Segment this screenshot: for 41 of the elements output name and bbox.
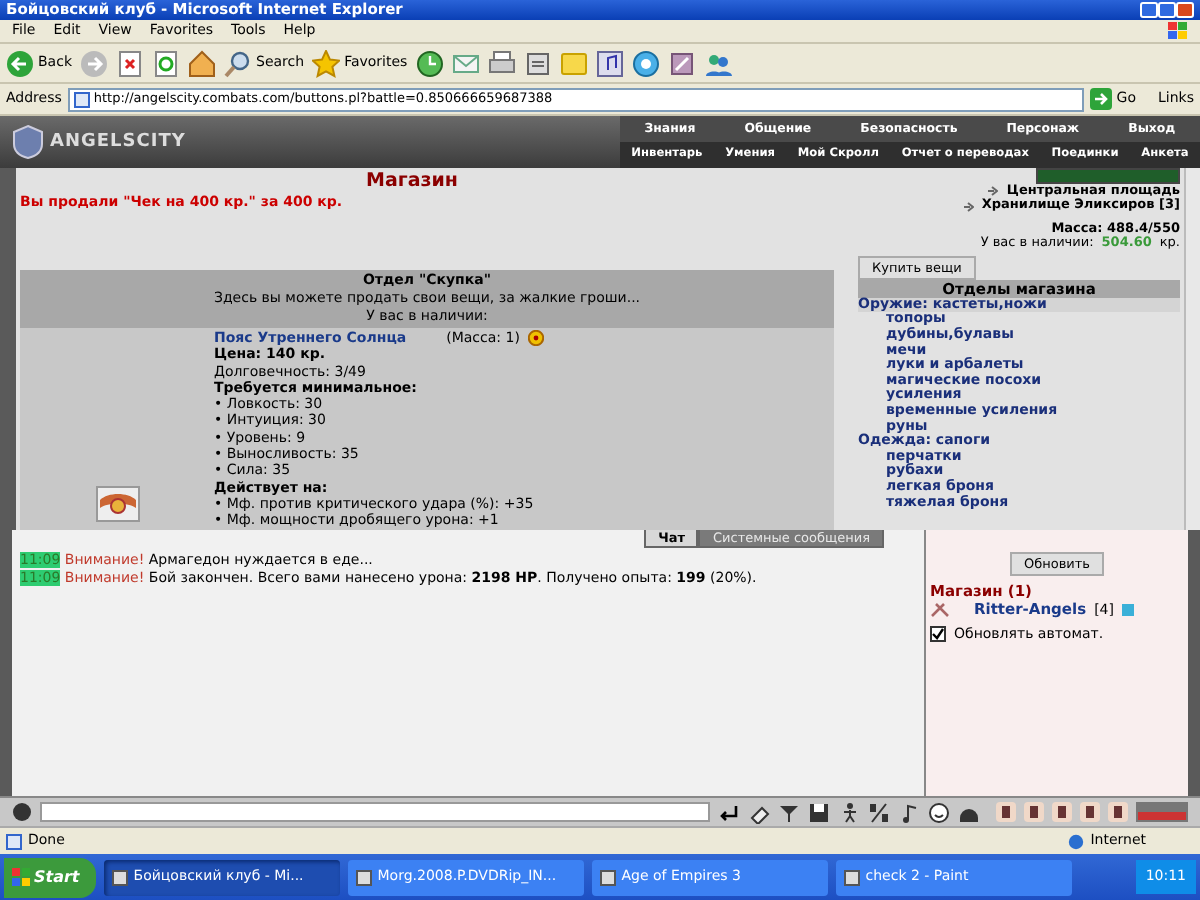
page-icon [73,91,90,107]
arrow-icon [988,186,999,197]
arrow-icon [963,201,974,212]
people-icon[interactable] [703,49,732,77]
belt-icon [95,486,139,522]
check-icon [932,628,944,641]
start-button[interactable]: Start [4,857,96,897]
clock-icon[interactable] [415,49,444,77]
page-icon [6,833,22,849]
window-icon [111,869,128,885]
smiley-icon[interactable] [928,801,950,823]
printer-icon[interactable] [487,49,516,77]
refresh-icon[interactable] [152,49,180,77]
eraser-icon[interactable] [748,801,770,823]
logo-text: ANGELSCITY [50,131,186,153]
back-arrow-icon [6,49,34,77]
minimap-picture [1036,168,1180,184]
close-button[interactable] [1176,2,1194,18]
windows-logo-icon [1168,22,1188,40]
filter-icon[interactable] [778,801,800,823]
stop-icon[interactable] [116,49,144,77]
scrollbar[interactable] [1184,168,1200,530]
globe-icon [1068,833,1085,849]
chat-input-field[interactable] [40,802,710,822]
home-icon[interactable] [188,49,216,77]
save-icon[interactable] [808,801,830,823]
checkbox[interactable] [930,626,946,643]
star-icon [312,49,341,77]
windows-logo-icon [12,868,30,886]
figure-icon[interactable] [838,801,860,823]
window-icon [355,869,372,885]
window-icon [843,869,860,885]
document-icon[interactable] [523,49,552,77]
search-icon [224,49,252,77]
shield-icon [12,124,44,160]
minimize-button[interactable] [1140,2,1158,18]
maximize-button[interactable] [1158,2,1176,18]
arrow-icon [1090,88,1113,110]
window-icon [599,869,616,885]
enter-icon[interactable] [718,801,740,823]
shop-title: Магазин [364,172,460,194]
